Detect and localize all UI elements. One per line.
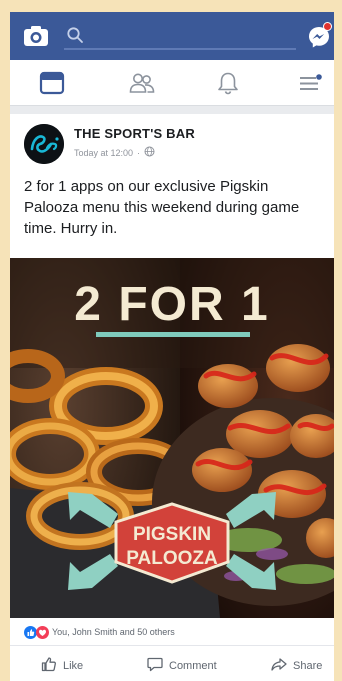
comment-label: Comment bbox=[169, 659, 217, 672]
navigation-bar bbox=[10, 60, 334, 106]
post-text: 2 for 1 apps on our exclusive Pigskin Pa… bbox=[24, 178, 300, 237]
post-actions: Like Comment Share bbox=[10, 646, 334, 681]
page-name[interactable]: THE SPORT'S BAR bbox=[74, 126, 195, 141]
news-feed-icon[interactable] bbox=[38, 70, 66, 96]
love-reaction-icon bbox=[36, 626, 49, 639]
feed-separator bbox=[10, 106, 334, 114]
notifications-icon[interactable] bbox=[214, 70, 242, 96]
meta-separator: · bbox=[137, 147, 141, 158]
headline-underline bbox=[96, 332, 250, 337]
menu-icon[interactable] bbox=[296, 70, 324, 96]
badge-line2: PALOOZA bbox=[126, 548, 218, 569]
like-label: Like bbox=[63, 659, 84, 672]
post-image[interactable]: 2 FOR 1 PIGSKIN PALOOZA bbox=[10, 258, 334, 618]
share-icon bbox=[270, 655, 288, 676]
top-bar bbox=[10, 12, 334, 60]
like-button[interactable]: Like bbox=[40, 655, 83, 676]
messenger-icon[interactable] bbox=[306, 22, 332, 50]
search-icon bbox=[66, 26, 84, 44]
promo-headline: 2 FOR 1 bbox=[74, 278, 269, 331]
friends-icon[interactable] bbox=[128, 70, 156, 96]
camera-icon[interactable] bbox=[22, 24, 50, 48]
reactions-bar[interactable]: You, John Smith and 50 others bbox=[10, 618, 334, 646]
comment-button[interactable]: Comment bbox=[146, 655, 217, 676]
facebook-app-screen: THE SPORT'S BAR Today at 12:00 · 2 for 1… bbox=[10, 12, 334, 681]
bar-logo bbox=[24, 124, 64, 164]
badge-line1: PIGSKIN bbox=[133, 524, 211, 545]
share-label: Share bbox=[293, 659, 323, 672]
like-icon bbox=[40, 655, 58, 676]
post-header: THE SPORT'S BAR Today at 12:00 · bbox=[10, 114, 334, 174]
page-avatar[interactable] bbox=[24, 124, 64, 164]
reactions-summary[interactable]: You, John Smith and 50 others bbox=[52, 627, 175, 637]
share-button[interactable]: Share bbox=[270, 655, 322, 676]
post-meta: Today at 12:00 · bbox=[74, 146, 155, 159]
post-timestamp[interactable]: Today at 12:00 bbox=[74, 148, 133, 158]
globe-icon bbox=[144, 146, 155, 159]
search-input[interactable] bbox=[64, 22, 296, 50]
comment-icon bbox=[146, 655, 164, 676]
notification-badge bbox=[323, 22, 332, 31]
